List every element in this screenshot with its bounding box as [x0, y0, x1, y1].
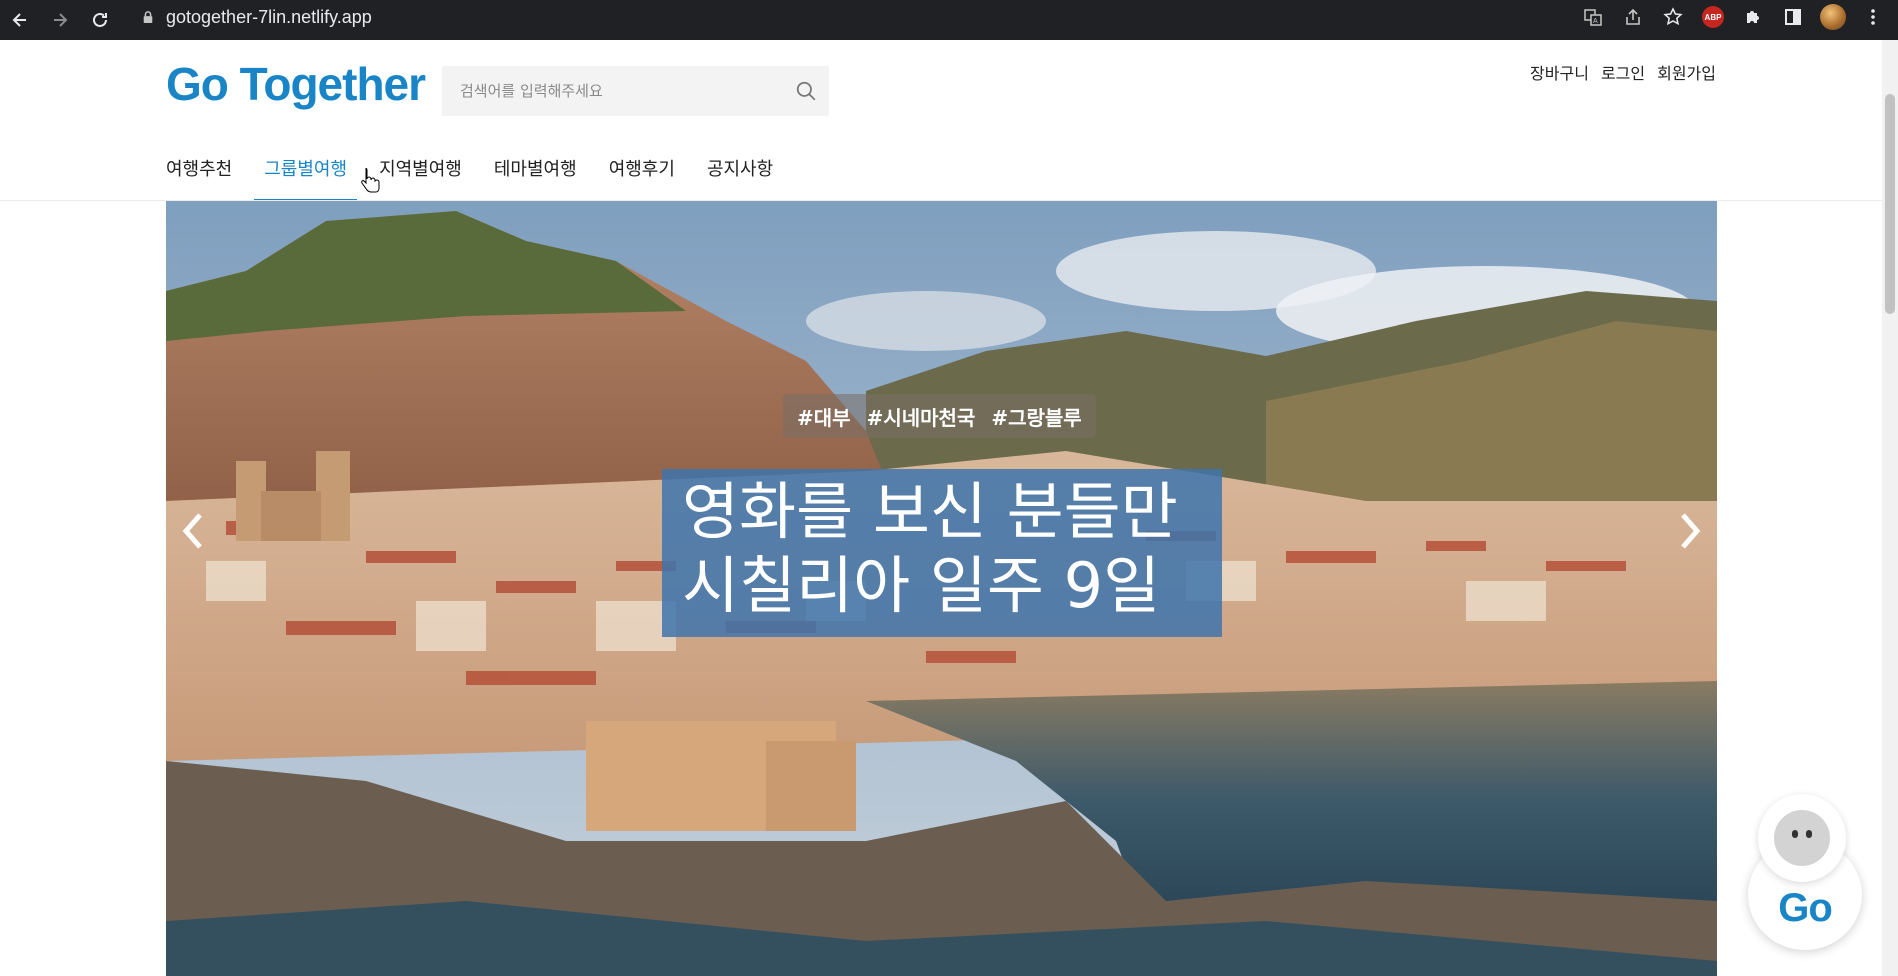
search-box: [442, 66, 829, 116]
utility-menu: 장바구니 로그인 회원가입: [1530, 60, 1716, 84]
reload-icon: [93, 12, 107, 27]
hero-title-line2: 시칠리아 일주 9일: [682, 549, 1161, 622]
hero-title-line1: 영화를 보신 분들만: [682, 475, 1178, 548]
forward-button[interactable]: [40, 0, 80, 40]
cursor-icon: [361, 168, 380, 193]
chatbot-button[interactable]: Go: [1748, 794, 1862, 950]
login-link[interactable]: 로그인: [1601, 60, 1645, 84]
hero-tags: #대부 #시네마천국 #그랑블루: [783, 394, 1096, 438]
slider-prev-button[interactable]: [172, 501, 212, 561]
chevron-right-icon: [1681, 513, 1701, 549]
search-input[interactable]: [442, 66, 783, 116]
share-icon[interactable]: [1614, 0, 1652, 34]
nav-item-group[interactable]: 그룹별여행: [254, 148, 357, 202]
nav-item-recommend[interactable]: 여행추천: [166, 148, 232, 202]
url-text: gotogether-7lin.netlify.app: [166, 6, 372, 27]
site-logo[interactable]: Go Together: [166, 58, 426, 110]
hero-tag: #그랑블루: [991, 405, 1082, 430]
signup-link[interactable]: 회원가입: [1657, 60, 1716, 84]
nav-item-review[interactable]: 여행후기: [609, 148, 675, 202]
main-nav: 여행추천 그룹별여행 지역별여행 테마별여행 여행후기 공지사항: [166, 148, 805, 202]
abp-extension-icon[interactable]: ABP: [1694, 0, 1732, 34]
browser-toolbar: gotogether-7lin.netlify.app A ABP: [0, 0, 1898, 40]
back-button[interactable]: [0, 0, 40, 40]
address-bar[interactable]: gotogether-7lin.netlify.app: [128, 0, 1608, 34]
logo-text: Go Together: [166, 58, 426, 110]
menu-icon[interactable]: [1854, 0, 1892, 34]
cart-link[interactable]: 장바구니: [1530, 60, 1589, 84]
nav-item-region[interactable]: 지역별여행: [379, 148, 462, 202]
hero-headline: 영화를 보신 분들만 시칠리아 일주 9일: [662, 469, 1222, 637]
chatbot-logo: Go: [1778, 885, 1833, 930]
star-icon[interactable]: [1654, 0, 1692, 34]
abp-badge: ABP: [1702, 6, 1724, 28]
forward-icon: [54, 13, 68, 27]
chatbot-head: [1758, 794, 1846, 882]
puzzle-icon[interactable]: [1734, 0, 1772, 34]
hero-tag: #대부: [797, 405, 851, 430]
page-scrollbar[interactable]: [1882, 40, 1898, 976]
lock-icon: [138, 7, 158, 27]
search-button[interactable]: [783, 66, 829, 116]
back-icon: [12, 13, 26, 27]
nav-item-notice[interactable]: 공지사항: [707, 148, 773, 202]
robot-face-icon: [1774, 810, 1830, 866]
reload-button[interactable]: [80, 0, 120, 40]
scrollbar-thumb[interactable]: [1885, 94, 1895, 314]
hero-slider[interactable]: #대부 #시네마천국 #그랑블루 영화를 보신 분들만 시칠리아 일주 9일: [166, 201, 1717, 976]
avatar: [1820, 4, 1846, 30]
hero-tag: #시네마천국: [866, 405, 976, 430]
sidepanel-icon[interactable]: [1774, 0, 1812, 34]
profile-avatar[interactable]: [1814, 0, 1852, 34]
translate-icon[interactable]: A: [1574, 0, 1612, 34]
search-icon: [796, 81, 816, 101]
nav-item-theme[interactable]: 테마별여행: [494, 148, 577, 202]
svg-text:A: A: [1593, 18, 1598, 25]
page: Go Together 장바구니 로그인 회원가입 여행추천 그룹별여행 지역별…: [0, 40, 1898, 976]
chevron-left-icon: [182, 513, 202, 549]
slider-next-button[interactable]: [1671, 501, 1711, 561]
